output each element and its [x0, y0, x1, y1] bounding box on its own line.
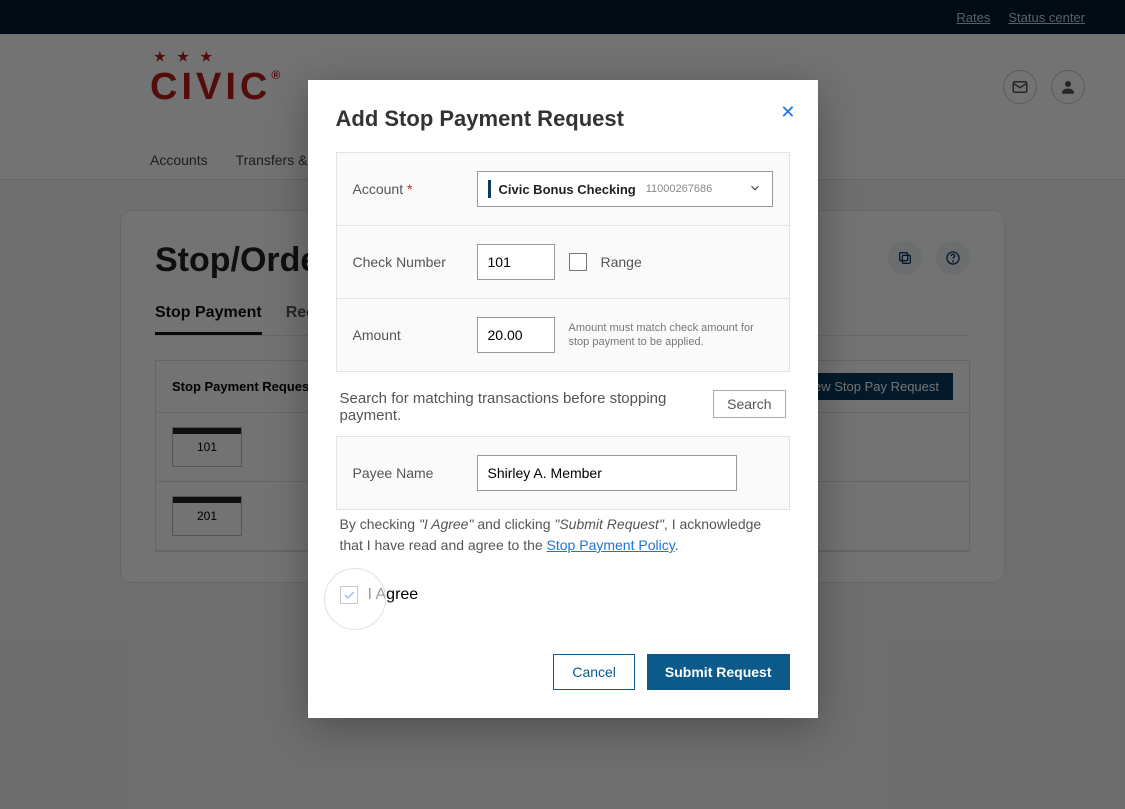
- payee-label: Payee Name: [353, 465, 463, 481]
- modal-title: Add Stop Payment Request: [336, 106, 790, 132]
- check-number-label: Check Number: [353, 254, 463, 270]
- form-section-payee: Payee Name: [336, 436, 790, 510]
- check-number-input[interactable]: [477, 244, 555, 280]
- amount-input[interactable]: [477, 317, 555, 353]
- submit-button[interactable]: Submit Request: [647, 654, 790, 690]
- account-label: Account *: [353, 181, 463, 197]
- payee-input[interactable]: [477, 455, 737, 491]
- search-button[interactable]: Search: [713, 390, 785, 418]
- amount-hint: Amount must match check amount for stop …: [569, 321, 773, 350]
- range-label: Range: [601, 254, 642, 270]
- account-number: 11000267686: [646, 183, 712, 195]
- stop-payment-policy-link[interactable]: Stop Payment Policy: [547, 537, 675, 553]
- stop-payment-modal: ✕ Add Stop Payment Request Account * Civ…: [308, 80, 818, 718]
- search-instruction: Search for matching transactions before …: [340, 390, 714, 424]
- form-section-top: Account * Civic Bonus Checking 110002676…: [336, 152, 790, 372]
- amount-label: Amount: [353, 327, 463, 343]
- close-icon[interactable]: ✕: [780, 102, 795, 123]
- cancel-button[interactable]: Cancel: [553, 654, 635, 690]
- agree-label: I Agree: [368, 586, 419, 604]
- account-select[interactable]: Civic Bonus Checking 11000267686: [477, 171, 773, 207]
- account-name: Civic Bonus Checking: [499, 182, 636, 197]
- range-checkbox[interactable]: [569, 253, 587, 271]
- chevron-down-icon: [748, 181, 762, 198]
- agree-disclaimer: By checking "I Agree" and clicking "Subm…: [336, 510, 790, 556]
- agree-checkbox[interactable]: [340, 586, 358, 604]
